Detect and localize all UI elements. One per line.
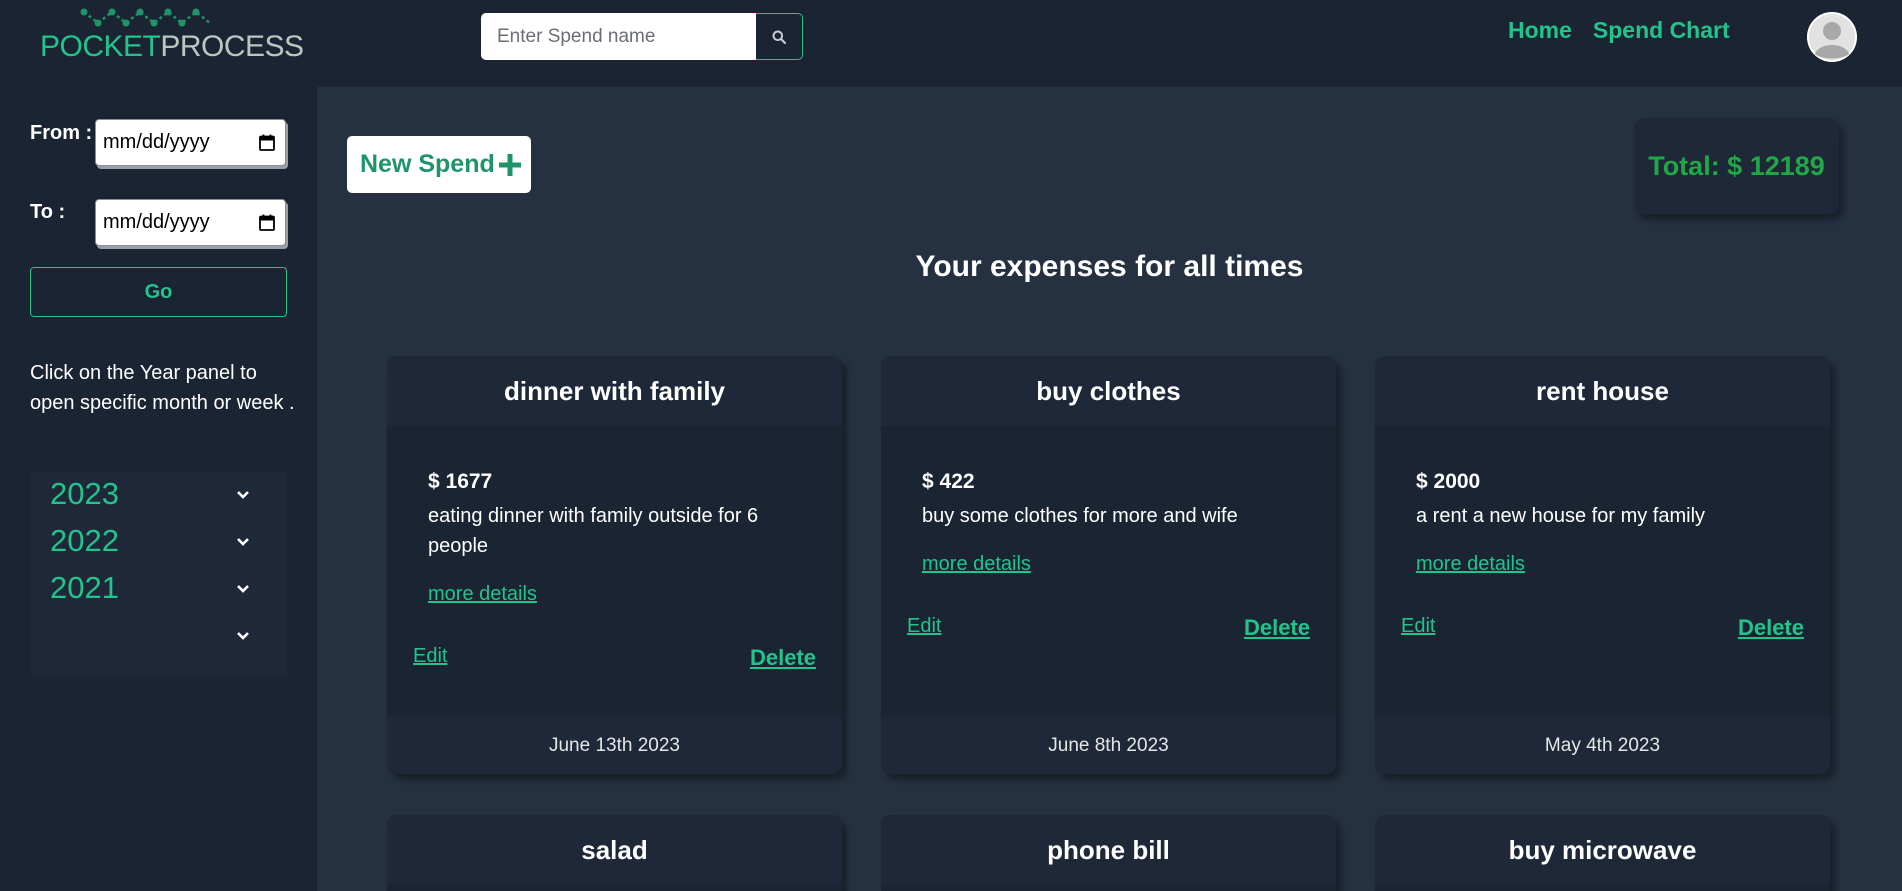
total-amount: Total: $ 12189 [1648,150,1825,181]
logo-text: POCKETPROCESS [40,30,304,64]
to-date-value: mm/dd/yyyy [103,211,210,233]
card-header: buy clothes [881,356,1336,426]
edit-link[interactable]: Edit [1401,615,1435,638]
card-footer: June 8th 2023 [881,717,1336,774]
delete-link[interactable]: Delete [1244,615,1310,641]
total-summary: Total: $ 12189 [1634,118,1839,214]
card-header: dinner with family [387,356,842,426]
card-title: buy microwave [1508,834,1697,865]
card-amount: $ 422 [922,470,975,493]
card-footer: June 13th 2023 [387,717,842,774]
logo-text-pocket: POCKET [40,30,161,63]
delete-link[interactable]: Delete [750,645,816,671]
card-header: rent house [1375,356,1830,426]
expense-card: phone bill [881,815,1336,891]
card-title: buy clothes [1036,375,1181,406]
calendar-icon [259,214,275,231]
expense-card: salad [387,815,842,891]
card-description: a rent a new house for my family [1416,505,1706,527]
from-date-value: mm/dd/yyyy [103,131,210,153]
card-description: buy some clothes for more and wife [922,505,1238,527]
more-details-link[interactable]: more details [428,583,537,606]
logo-text-process: PROCESS [160,30,304,63]
chevron-down-icon [237,491,249,499]
go-button[interactable]: Go [30,267,287,317]
more-details-link[interactable]: more details [1416,553,1525,576]
new-spend-label: New Spend [360,150,495,178]
card-title: dinner with family [503,375,726,406]
year-label: 2023 [50,476,119,511]
user-avatar[interactable] [1807,12,1857,62]
logo[interactable]: POCKETPROCESS [40,4,304,63]
search-button[interactable] [756,13,803,60]
card-date: June 13th 2023 [548,734,680,756]
year-panel-help-text: Click on the Year panel to open specific… [30,362,295,414]
year-row-2023[interactable]: 2023 [30,472,287,519]
card-footer: May 4th 2023 [1375,717,1830,774]
card-header: salad [387,815,842,885]
new-spend-button[interactable]: New Spend [347,136,531,193]
chevron-down-icon [237,538,249,546]
card-amount: $ 1677 [428,470,493,493]
calendar-icon [259,134,275,151]
expense-card: dinner with family $ 1677 eating dinner … [387,356,842,774]
expense-card: rent house $ 2000 a rent a new house for… [1375,356,1830,774]
page-title: Your expenses for all times [915,250,1304,283]
plus-icon [498,153,521,176]
from-date-input[interactable]: mm/dd/yyyy [95,119,286,166]
card-title: salad [581,834,648,865]
card-header: phone bill [881,815,1336,885]
logo-chart-icon [80,8,211,27]
card-date: June 8th 2023 [1048,734,1169,756]
main-nav: Home Spend Chart [1508,17,1730,44]
card-date: May 4th 2023 [1544,734,1661,756]
to-date-input[interactable]: mm/dd/yyyy [95,199,286,246]
delete-link[interactable]: Delete [1738,615,1804,641]
main-content: New Spend Total: $ 12189 Your expenses f… [317,87,1902,891]
card-description: eating dinner with family outside for 6 … [428,505,759,557]
expense-card: buy clothes $ 422 buy some clothes for m… [881,356,1336,774]
year-label: 2021 [50,570,119,605]
nav-spend-chart-link[interactable]: Spend Chart [1593,17,1730,44]
year-row-2021[interactable]: 2021 [30,566,287,613]
from-label: From : [30,122,93,144]
edit-link[interactable]: Edit [907,615,941,638]
edit-link[interactable]: Edit [413,645,447,668]
search-input[interactable] [481,13,756,60]
search-icon [772,30,786,44]
to-label: To : [30,201,66,223]
user-avatar-icon [1807,12,1857,62]
year-row-2022[interactable]: 2022 [30,519,287,566]
chevron-down-icon [237,585,249,593]
expense-card: buy microwave [1375,815,1830,891]
nav-home-link[interactable]: Home [1508,17,1572,44]
card-header: buy microwave [1375,815,1830,885]
chevron-down-icon [237,632,249,640]
year-panel: 2023 2022 2021 [30,472,287,675]
sidebar: From : mm/dd/yyyy To : mm/dd/yyyy Go Cli… [0,87,317,891]
more-details-link[interactable]: more details [922,553,1031,576]
card-title: rent house [1536,375,1669,406]
top-navbar: POCKETPROCESS Home Spend Chart [0,0,1902,87]
card-title: phone bill [1047,834,1170,865]
search-bar [481,13,803,60]
year-row-empty[interactable] [30,613,287,660]
year-label: 2022 [50,523,119,558]
card-amount: $ 2000 [1416,470,1481,493]
